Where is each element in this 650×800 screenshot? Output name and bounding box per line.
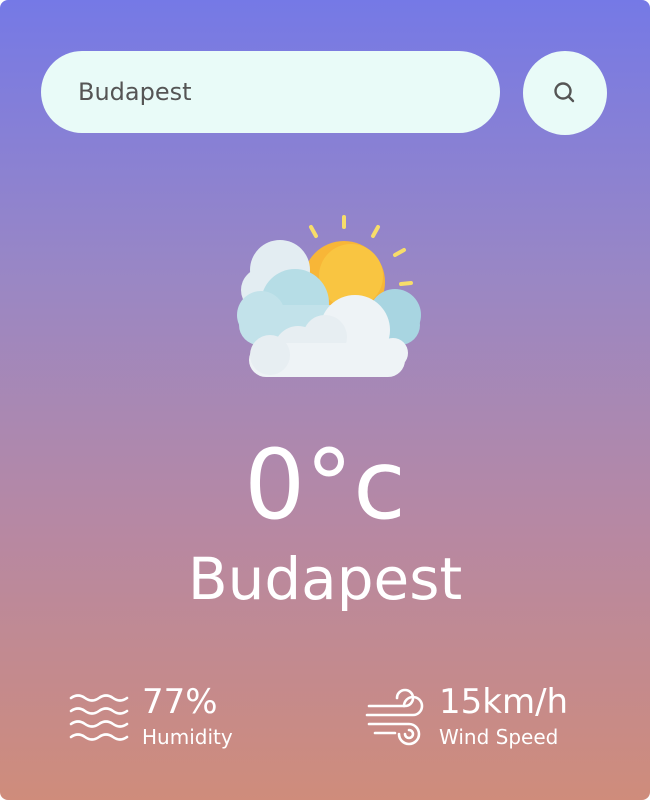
search-button[interactable] xyxy=(523,51,607,135)
humidity-stat: 77% Humidity xyxy=(68,680,233,750)
search-input[interactable] xyxy=(78,78,478,106)
temperature: 0°c xyxy=(244,429,406,541)
city-name: Budapest xyxy=(187,545,463,613)
wind-speed-value: 15km/h xyxy=(439,682,569,722)
humidity-waves-icon xyxy=(69,694,129,741)
wind-speed-label: Wind Speed xyxy=(439,725,559,749)
humidity-label: Humidity xyxy=(142,725,233,749)
weather-card: 0°c Budapest 77% Humidity xyxy=(0,0,650,800)
search-icon xyxy=(554,82,575,103)
partly-cloudy-icon xyxy=(237,215,421,377)
wind-stat: 15km/h Wind Speed xyxy=(365,680,568,750)
wind-icon xyxy=(365,688,424,746)
humidity-value: 77% xyxy=(142,682,218,722)
search-bar[interactable] xyxy=(41,51,500,133)
